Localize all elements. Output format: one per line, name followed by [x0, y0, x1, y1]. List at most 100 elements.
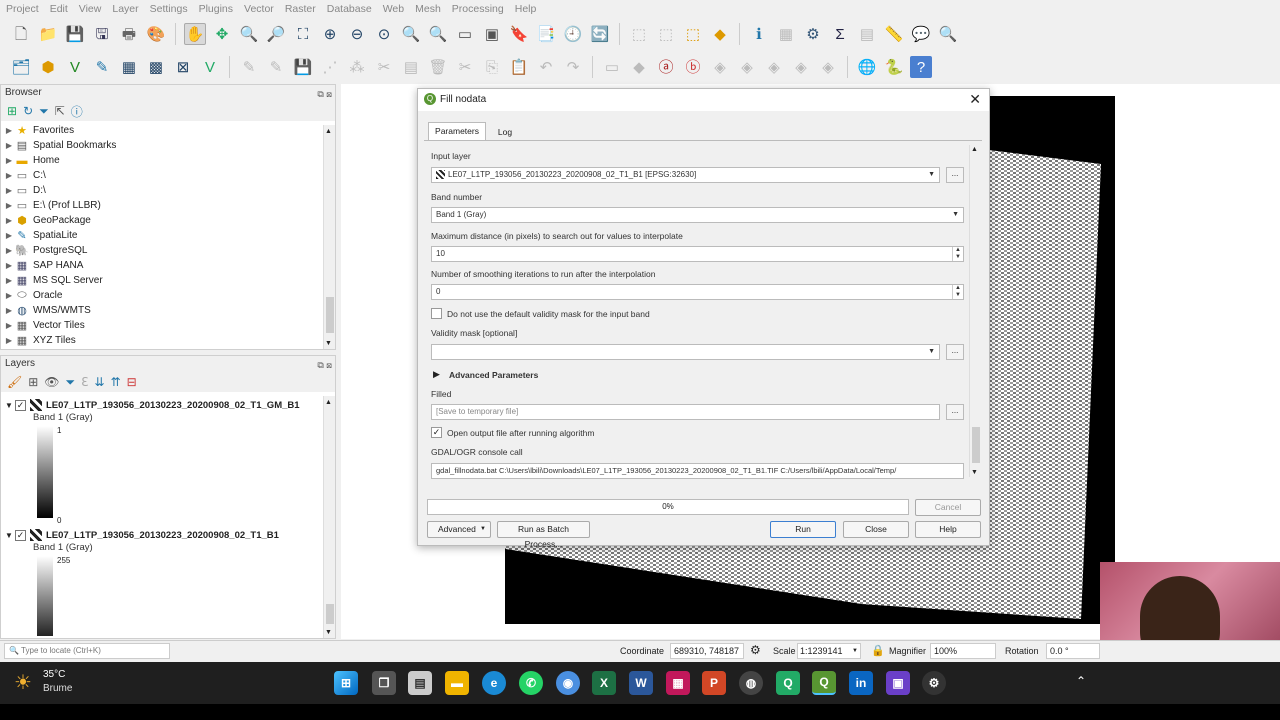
redo-icon[interactable]: ↷: [562, 56, 584, 78]
browser-item[interactable]: ▶ ▦ SAP HANA: [3, 258, 335, 273]
browser-item[interactable]: ▶ ▬ Home: [3, 153, 335, 168]
pan-icon[interactable]: ✋: [184, 23, 206, 45]
zoom-last-icon[interactable]: 🔍: [400, 23, 422, 45]
tab-parameters[interactable]: Parameters: [428, 122, 486, 140]
word-icon[interactable]: W: [629, 671, 653, 695]
digitize-icon[interactable]: ✎: [91, 56, 113, 78]
globe-plugin-icon[interactable]: 🌐: [856, 56, 878, 78]
zoom-native-icon[interactable]: ⊙: [373, 23, 395, 45]
menu-item-help[interactable]: Help: [515, 3, 537, 15]
zoom-layer-icon[interactable]: ⊖: [346, 23, 368, 45]
select-features-icon[interactable]: ⬚: [628, 23, 650, 45]
cut-features-icon[interactable]: ✂: [454, 56, 476, 78]
no-mask-checkbox[interactable]: [431, 308, 442, 319]
zoom-full-icon[interactable]: ⛶: [292, 23, 314, 45]
lock-icon[interactable]: 🔒: [871, 644, 885, 657]
expand-arrow-icon[interactable]: ▶: [3, 201, 15, 210]
open-project-icon[interactable]: 📁: [37, 23, 59, 45]
max-distance-spinbox[interactable]: 10 ▲ ▼: [431, 246, 964, 262]
browser-item[interactable]: ▶ ▦ Vector Tiles: [3, 318, 335, 333]
python-console-icon[interactable]: 🐍: [883, 56, 905, 78]
manage-visibility-icon[interactable]: 👁: [44, 375, 59, 389]
label-rotate-icon[interactable]: ◈: [763, 56, 785, 78]
expand-arrow-icon[interactable]: ▶: [3, 336, 15, 345]
expand-all-icon[interactable]: ⇊: [95, 375, 105, 389]
filter-expression-icon[interactable]: ℇ: [81, 375, 88, 389]
help-book-icon[interactable]: ?: [910, 56, 932, 78]
layers-scrollbar[interactable]: ▲ ▼: [323, 396, 335, 638]
expand-arrow-icon[interactable]: ▶: [3, 246, 15, 255]
edit-pencil-icon[interactable]: ✎: [265, 56, 287, 78]
label-move-icon[interactable]: ◈: [736, 56, 758, 78]
expand-arrow-icon[interactable]: ▶: [3, 321, 15, 330]
map-tips-icon[interactable]: 🔍: [937, 23, 959, 45]
spin-arrows-icon[interactable]: ▲ ▼: [952, 247, 961, 261]
delete-selected-icon[interactable]: 🗑: [427, 56, 449, 78]
close-icon[interactable]: ✕: [969, 91, 981, 108]
browser-item[interactable]: ▶ ▦ MS SQL Server: [3, 273, 335, 288]
settings-icon[interactable]: ⚙: [922, 671, 946, 695]
modify-attributes-icon[interactable]: ✂: [373, 56, 395, 78]
expand-arrow-icon[interactable]: ▶: [3, 141, 15, 150]
browser-item[interactable]: ▶ ▭ E:\ (Prof LLBR): [3, 198, 335, 213]
open-table-icon[interactable]: ▤: [856, 23, 878, 45]
expand-arrow-icon[interactable]: ▶: [3, 231, 15, 240]
browser-item[interactable]: ▶ 🐘 PostgreSQL: [3, 243, 335, 258]
identify-icon[interactable]: ℹ: [748, 23, 770, 45]
layer-item[interactable]: ▼ ✓ LE07_L1TP_193056_20130223_20200908_0…: [5, 528, 321, 636]
processing-toolbox-icon[interactable]: ⚙: [802, 23, 824, 45]
add-wms-icon[interactable]: ▩: [145, 56, 167, 78]
panel-float-close-icon[interactable]: ⧉ ⊠: [317, 357, 332, 373]
chrome-icon[interactable]: ◉: [556, 671, 580, 695]
store-icon[interactable]: ▤: [408, 671, 432, 695]
filled-browse-button[interactable]: ...: [946, 404, 964, 420]
add-mesh-icon[interactable]: ⊠: [172, 56, 194, 78]
whatsapp-icon[interactable]: ✆: [519, 671, 543, 695]
zoom-selection-icon[interactable]: ⊕: [319, 23, 341, 45]
collapse-all-icon[interactable]: ⇈: [111, 375, 121, 389]
browser-item[interactable]: ▶ ⬭ Oracle: [3, 288, 335, 303]
filter-icon[interactable]: ⏷: [39, 104, 49, 119]
pan-to-selection-icon[interactable]: ✥: [211, 23, 233, 45]
batch-process-button[interactable]: Run as Batch Process...: [497, 521, 590, 549]
close-button[interactable]: Close: [843, 521, 909, 538]
locator-field[interactable]: 🔍 Type to locate (Ctrl+K): [4, 643, 170, 659]
data-source-manager-icon[interactable]: 🗂: [10, 56, 32, 78]
layer-name[interactable]: LE07_L1TP_193056_20130223_20200908_02_T1…: [46, 530, 279, 541]
style-icon[interactable]: 🖌: [7, 375, 22, 389]
expand-arrow-icon[interactable]: ▶: [3, 156, 15, 165]
expand-arrow-icon[interactable]: ▼: [5, 531, 15, 540]
new-project-icon[interactable]: 🗋: [10, 23, 32, 45]
filter-legend-icon[interactable]: ⏷: [66, 375, 76, 390]
deselect-icon[interactable]: ⬚: [655, 23, 677, 45]
run-button[interactable]: Run: [770, 521, 836, 538]
visibility-checkbox[interactable]: ✓: [15, 399, 26, 411]
label-abc-icon[interactable]: ⓐ: [655, 56, 677, 78]
input-layer-combo[interactable]: LE07_L1TP_193056_20130223_20200908_02_T1…: [431, 167, 940, 183]
measure-icon[interactable]: 📏: [883, 23, 905, 45]
add-vector-icon[interactable]: V: [64, 56, 86, 78]
remove-layer-icon[interactable]: ⊟: [127, 375, 137, 389]
label-abc2-icon[interactable]: ⓑ: [682, 56, 704, 78]
attribute-form-icon[interactable]: ▤: [400, 56, 422, 78]
validity-mask-browse-button[interactable]: ...: [946, 344, 964, 360]
spin-arrows-icon[interactable]: ▲ ▼: [952, 285, 961, 299]
new-3d-view-icon[interactable]: ▣: [481, 23, 503, 45]
save-edits-icon[interactable]: 💾: [292, 56, 314, 78]
label-pin-icon[interactable]: ◆: [628, 56, 650, 78]
paste-features-icon[interactable]: 📋: [508, 56, 530, 78]
browser-item[interactable]: ▶ ◍ WMS/WMTS: [3, 303, 335, 318]
browser-item[interactable]: ▶ ▦ XYZ Tiles: [3, 333, 335, 348]
advanced-parameters-toggle[interactable]: Advanced Parameters: [449, 370, 538, 380]
menu-item-view[interactable]: View: [79, 3, 102, 15]
task-view-icon[interactable]: ❐: [372, 671, 396, 695]
info-icon[interactable]: ⓘ: [71, 103, 83, 120]
refresh-icon[interactable]: 🔄: [589, 23, 611, 45]
magnifier-spinbox[interactable]: 100%: [930, 643, 996, 659]
save-project-icon[interactable]: 💾: [64, 23, 86, 45]
dialog-scrollbar[interactable]: ▲ ▼: [969, 145, 981, 477]
collapse-all-icon[interactable]: ⇱: [55, 104, 65, 118]
menu-item-project[interactable]: Project: [6, 3, 39, 15]
add-selected-icon[interactable]: ⊞: [7, 104, 17, 118]
globe-app-icon[interactable]: ◍: [739, 671, 763, 695]
